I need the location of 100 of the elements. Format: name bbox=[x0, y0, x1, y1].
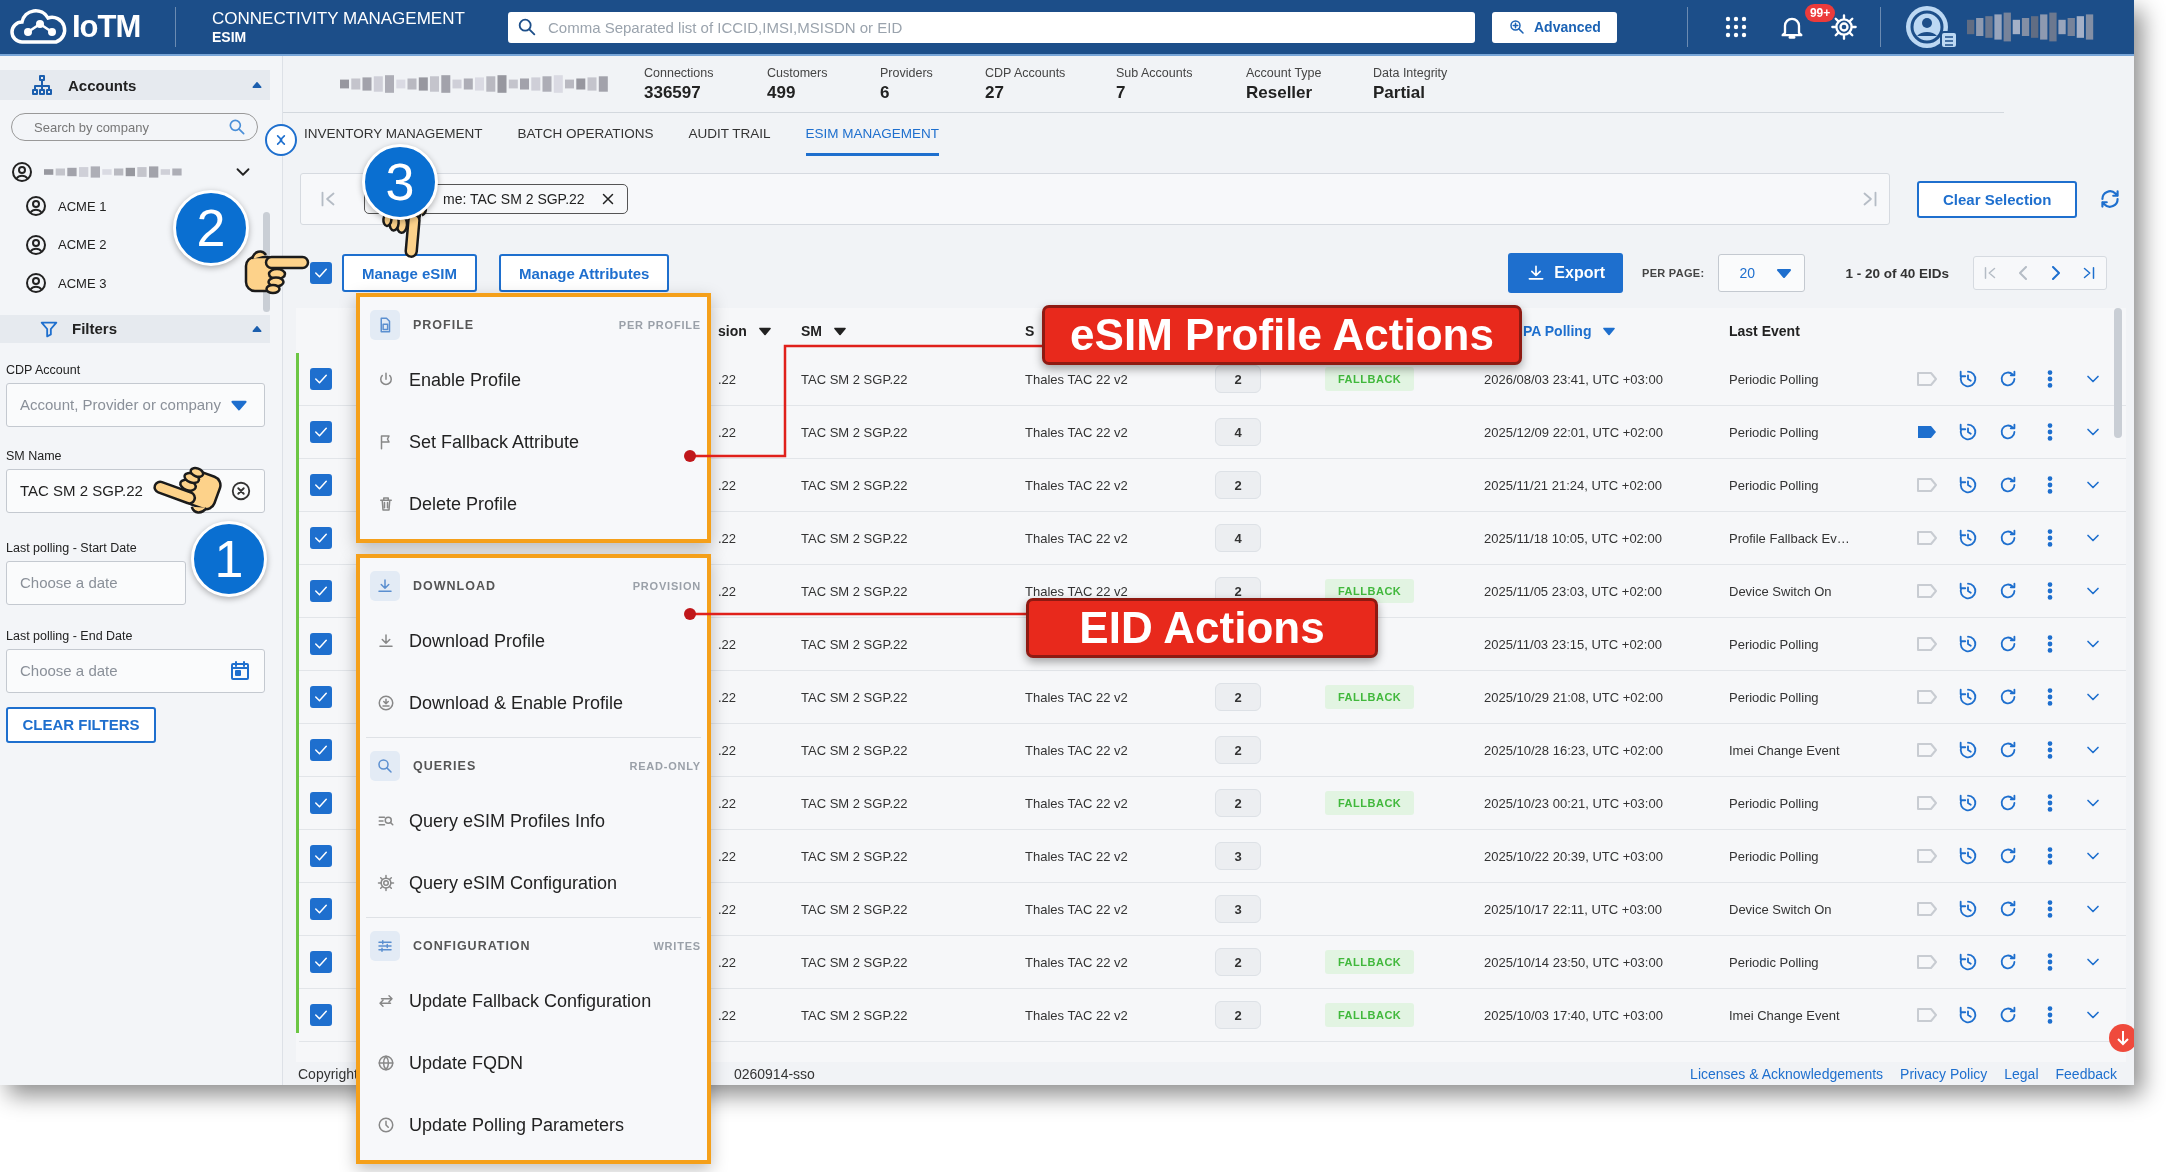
search-field[interactable]: Comma Separated list of ICCID,IMSI,MSISDN or EID bbox=[508, 11, 1475, 43]
menu-item[interactable]: Download & Enable Profile bbox=[409, 692, 624, 714]
tab[interactable]: BATCH OPERATIONS bbox=[517, 113, 654, 156]
stat-label: Customers bbox=[767, 65, 829, 80]
history-icon[interactable] bbox=[1957, 739, 1979, 761]
per-page-label: PER PAGE: bbox=[1642, 267, 1705, 279]
column-header[interactable]: SM bbox=[801, 322, 822, 339]
clear-filters-button[interactable]: CLEAR FILTERS bbox=[6, 706, 156, 743]
export-button[interactable]: Export bbox=[1508, 253, 1623, 293]
column-header[interactable]: Last Event bbox=[1729, 322, 1800, 339]
history-icon[interactable] bbox=[1957, 898, 1979, 920]
history-icon[interactable] bbox=[1957, 951, 1979, 973]
menu-item[interactable]: Delete Profile bbox=[409, 493, 518, 515]
table-cell: .22 bbox=[718, 371, 737, 387]
account-name[interactable]: ACME 2 bbox=[58, 237, 107, 253]
scrollbar[interactable] bbox=[2114, 308, 2122, 438]
checkbox[interactable] bbox=[310, 898, 332, 920]
history-icon[interactable] bbox=[1957, 1004, 1979, 1026]
dropdown[interactable]: Account, Provider or company bbox=[18, 395, 226, 414]
per-page-select[interactable]: 20 bbox=[1718, 254, 1806, 292]
advanced-search-button[interactable]: Advanced bbox=[1492, 11, 1617, 43]
calendar-icon[interactable] bbox=[228, 658, 252, 683]
account-name[interactable]: ACME 1 bbox=[58, 198, 107, 214]
search-field[interactable]: Comma Separated list of ICCID,IMSI,MSISDN or EID bbox=[546, 17, 1467, 37]
footer-link[interactable]: Privacy Policy bbox=[1900, 1065, 1988, 1082]
search-field[interactable]: Search by company bbox=[32, 118, 227, 136]
table-cell: .22 bbox=[718, 583, 737, 599]
tab[interactable]: AUDIT TRAIL bbox=[688, 113, 771, 156]
checkbox[interactable] bbox=[310, 792, 332, 814]
footer-link[interactable]: Licenses & Acknowledgements bbox=[1690, 1065, 1884, 1082]
table-cell: TAC SM 2 SGP.22 bbox=[801, 1007, 908, 1023]
date-field[interactable]: Choose a date bbox=[18, 573, 173, 592]
menu-item[interactable]: Set Fallback Attribute bbox=[409, 431, 580, 453]
search-icon bbox=[376, 757, 394, 775]
checkbox[interactable] bbox=[310, 739, 332, 761]
section-title: CONFIGURATION bbox=[413, 939, 531, 953]
history-icon[interactable] bbox=[1957, 580, 1979, 602]
menu-item[interactable]: Query eSIM Configuration bbox=[409, 872, 618, 894]
checkbox[interactable] bbox=[310, 527, 332, 549]
history-icon[interactable] bbox=[1957, 474, 1979, 496]
action-button[interactable]: Manage Attributes bbox=[499, 254, 670, 292]
menu-item[interactable]: Enable Profile bbox=[409, 369, 522, 391]
history-icon[interactable] bbox=[1957, 686, 1979, 708]
scroll-down-button[interactable] bbox=[2108, 1023, 2134, 1053]
table-cell: .22 bbox=[718, 424, 737, 440]
clear-icon[interactable] bbox=[230, 479, 252, 502]
history-icon[interactable] bbox=[1957, 845, 1979, 867]
checkbox[interactable] bbox=[310, 474, 332, 496]
table-cell: Thales TAC 22 v2 bbox=[1025, 1007, 1128, 1023]
menu-item[interactable]: Update Fallback Configuration bbox=[409, 990, 652, 1012]
count-badge: 2 bbox=[1215, 683, 1261, 711]
org-chart-icon bbox=[30, 73, 54, 97]
menu-item[interactable]: Update Polling Parameters bbox=[409, 1114, 625, 1136]
collapse-button[interactable] bbox=[265, 124, 297, 156]
menu-item[interactable]: Download Profile bbox=[409, 630, 546, 652]
checkbox[interactable] bbox=[310, 368, 332, 390]
checkbox[interactable] bbox=[310, 421, 332, 443]
history-icon[interactable] bbox=[1957, 527, 1979, 549]
date-field[interactable]: Choose a date bbox=[6, 648, 265, 693]
field-label: CDP Account bbox=[6, 362, 82, 377]
table-cell: Periodic Polling bbox=[1729, 689, 1819, 705]
history-icon[interactable] bbox=[1957, 421, 1979, 443]
checkbox[interactable] bbox=[310, 262, 332, 284]
table-cell: Thales TAC 22 v2 bbox=[1025, 424, 1128, 440]
checkbox[interactable] bbox=[310, 633, 332, 655]
checkbox[interactable] bbox=[310, 951, 332, 973]
clear-selection-button[interactable]: Clear Selection bbox=[1917, 180, 2078, 218]
menu-item[interactable]: Query eSIM Profiles Info bbox=[409, 810, 606, 832]
footer-link[interactable]: Feedback bbox=[2055, 1065, 2117, 1082]
table-cell: .22 bbox=[718, 530, 737, 546]
stat-value: Reseller bbox=[1246, 82, 1314, 103]
column-header[interactable]: PA Polling bbox=[1523, 322, 1592, 339]
history-icon[interactable] bbox=[1957, 633, 1979, 655]
settings-icon[interactable] bbox=[1829, 13, 1858, 41]
field-label: Last polling - Start Date bbox=[6, 540, 138, 555]
history-icon[interactable] bbox=[1957, 368, 1979, 390]
column-header[interactable]: S bbox=[1025, 322, 1035, 339]
checkbox[interactable] bbox=[310, 845, 332, 867]
table-cell: Thales TAC 22 v2 bbox=[1025, 583, 1128, 599]
checkbox[interactable] bbox=[310, 686, 332, 708]
checkbox[interactable] bbox=[310, 1004, 332, 1026]
table-cell: TAC SM 2 SGP.22 bbox=[801, 848, 908, 864]
history-icon[interactable] bbox=[1957, 792, 1979, 814]
field-label: SM Name bbox=[6, 448, 63, 463]
footer-link[interactable]: Legal bbox=[2004, 1065, 2039, 1082]
date-field[interactable]: Choose a date bbox=[6, 560, 186, 605]
checkbox[interactable] bbox=[310, 580, 332, 602]
column-header[interactable]: sion bbox=[718, 322, 747, 339]
table-cell: Profile Fallback Ev… bbox=[1729, 530, 1850, 546]
dropdown[interactable]: Account, Provider or company bbox=[6, 382, 265, 427]
action-button[interactable]: Manage eSIM bbox=[342, 254, 478, 292]
apps-grid-icon[interactable] bbox=[1723, 15, 1748, 39]
menu-item[interactable]: Update FQDN bbox=[409, 1052, 524, 1074]
text-field[interactable]: TAC SM 2 SGP.22 bbox=[18, 481, 230, 500]
stat-value: Partial bbox=[1373, 82, 1426, 103]
table-cell: Periodic Polling bbox=[1729, 954, 1819, 970]
table-cell: Periodic Polling bbox=[1729, 795, 1819, 811]
account-name[interactable]: ACME 3 bbox=[58, 275, 107, 291]
date-field[interactable]: Choose a date bbox=[18, 661, 228, 680]
tab[interactable]: ESIM MANAGEMENT bbox=[805, 113, 940, 156]
